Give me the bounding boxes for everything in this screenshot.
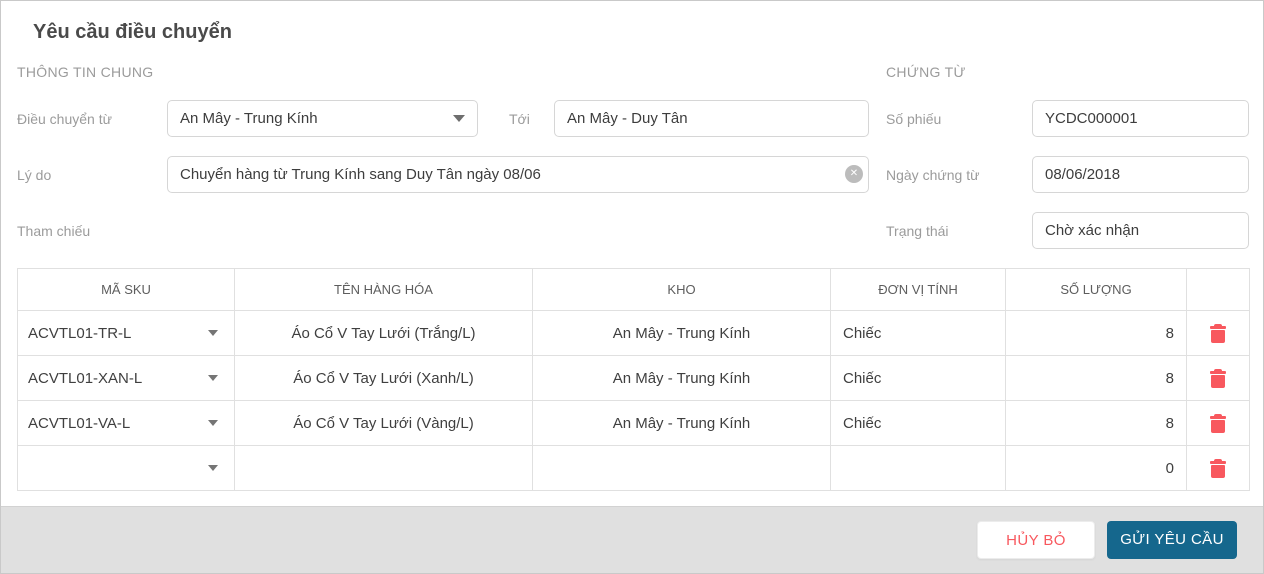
header-quantity: SỐ LƯỢNG <box>1005 268 1187 311</box>
receipt-number-input[interactable] <box>1032 100 1249 137</box>
quantity-cell[interactable]: 8 <box>1005 400 1187 446</box>
sku-cell[interactable] <box>17 445 235 491</box>
table-row-empty: 0 <box>17 445 1250 491</box>
header-unit: ĐƠN VỊ TÍNH <box>830 268 1006 311</box>
warehouse-cell: An Mây - Trung Kính <box>532 310 831 356</box>
warehouse-cell: An Mây - Trung Kính <box>532 400 831 446</box>
section-document: CHỨNG TỪ <box>886 64 966 80</box>
unit-cell: Chiếc <box>830 355 1006 401</box>
trash-icon[interactable] <box>1210 458 1226 478</box>
section-general-info: THÔNG TIN CHUNG <box>17 64 154 80</box>
quantity-cell[interactable]: 8 <box>1005 355 1187 401</box>
cancel-button[interactable]: HỦY BỎ <box>977 521 1095 559</box>
document-date-input[interactable] <box>1032 156 1249 193</box>
delete-row-cell[interactable] <box>1186 400 1250 446</box>
header-action <box>1186 268 1250 311</box>
product-name-cell: Áo Cổ V Tay Lưới (Trắng/L) <box>234 310 533 356</box>
status-input[interactable] <box>1032 212 1249 249</box>
document-date-label: Ngày chứng từ <box>886 167 980 183</box>
status-label: Trạng thái <box>886 223 949 239</box>
chevron-down-icon[interactable] <box>208 375 218 381</box>
table-row: ACVTL01-VA-L Áo Cổ V Tay Lưới (Vàng/L) A… <box>17 400 1250 446</box>
transfer-from-label: Điều chuyển từ <box>17 111 112 127</box>
reference-input[interactable] <box>167 212 869 249</box>
reason-input[interactable] <box>167 156 869 193</box>
header-sku: MÃ SKU <box>17 268 235 311</box>
transfer-from-value: An Mây - Trung Kính <box>180 110 318 127</box>
reason-label: Lý do <box>17 167 52 183</box>
trash-icon[interactable] <box>1210 323 1226 343</box>
sku-cell[interactable]: ACVTL01-VA-L <box>17 400 235 446</box>
chevron-down-icon[interactable] <box>208 420 218 426</box>
unit-cell: Chiếc <box>830 310 1006 356</box>
header-name: TÊN HÀNG HÓA <box>234 268 533 311</box>
product-name-cell <box>234 445 533 491</box>
product-name-cell: Áo Cổ V Tay Lưới (Xanh/L) <box>234 355 533 401</box>
sku-value: ACVTL01-VA-L <box>28 414 131 432</box>
delete-row-cell[interactable] <box>1186 310 1250 356</box>
chevron-down-icon[interactable] <box>208 330 218 336</box>
unit-cell <box>830 445 1006 491</box>
chevron-down-icon[interactable] <box>208 465 218 471</box>
sku-value: ACVTL01-TR-L <box>28 324 132 342</box>
to-input[interactable] <box>554 100 869 137</box>
transfer-from-select[interactable]: An Mây - Trung Kính <box>167 100 478 137</box>
delete-row-cell[interactable] <box>1186 355 1250 401</box>
trash-icon[interactable] <box>1210 413 1226 433</box>
clear-reason-icon[interactable]: ✕ <box>845 165 863 183</box>
page-title: Yêu cầu điều chuyển <box>33 21 232 43</box>
sku-cell[interactable]: ACVTL01-XAN-L <box>17 355 235 401</box>
quantity-cell[interactable]: 0 <box>1005 445 1187 491</box>
chevron-down-icon <box>453 115 465 122</box>
items-table: MÃ SKU TÊN HÀNG HÓA KHO ĐƠN VỊ TÍNH SỐ L… <box>17 268 1250 491</box>
quantity-cell[interactable]: 8 <box>1005 310 1187 356</box>
to-label: Tới <box>509 111 530 127</box>
receipt-number-label: Số phiếu <box>886 111 942 127</box>
warehouse-cell <box>532 445 831 491</box>
transfer-request-form: Yêu cầu điều chuyển THÔNG TIN CHUNG CHỨN… <box>0 0 1264 574</box>
sku-value: ACVTL01-XAN-L <box>28 369 143 387</box>
table-row: ACVTL01-XAN-L Áo Cổ V Tay Lưới (Xanh/L) … <box>17 355 1250 401</box>
reference-label: Tham chiếu <box>17 223 91 239</box>
header-warehouse: KHO <box>532 268 831 311</box>
unit-cell: Chiếc <box>830 400 1006 446</box>
delete-row-cell[interactable] <box>1186 445 1250 491</box>
table-row: ACVTL01-TR-L Áo Cổ V Tay Lưới (Trắng/L) … <box>17 310 1250 356</box>
form-footer: HỦY BỎ GỬI YÊU CẦU <box>1 506 1263 573</box>
sku-cell[interactable]: ACVTL01-TR-L <box>17 310 235 356</box>
table-header-row: MÃ SKU TÊN HÀNG HÓA KHO ĐƠN VỊ TÍNH SỐ L… <box>17 268 1250 311</box>
trash-icon[interactable] <box>1210 368 1226 388</box>
submit-request-button[interactable]: GỬI YÊU CẦU <box>1107 521 1237 559</box>
product-name-cell: Áo Cổ V Tay Lưới (Vàng/L) <box>234 400 533 446</box>
warehouse-cell: An Mây - Trung Kính <box>532 355 831 401</box>
